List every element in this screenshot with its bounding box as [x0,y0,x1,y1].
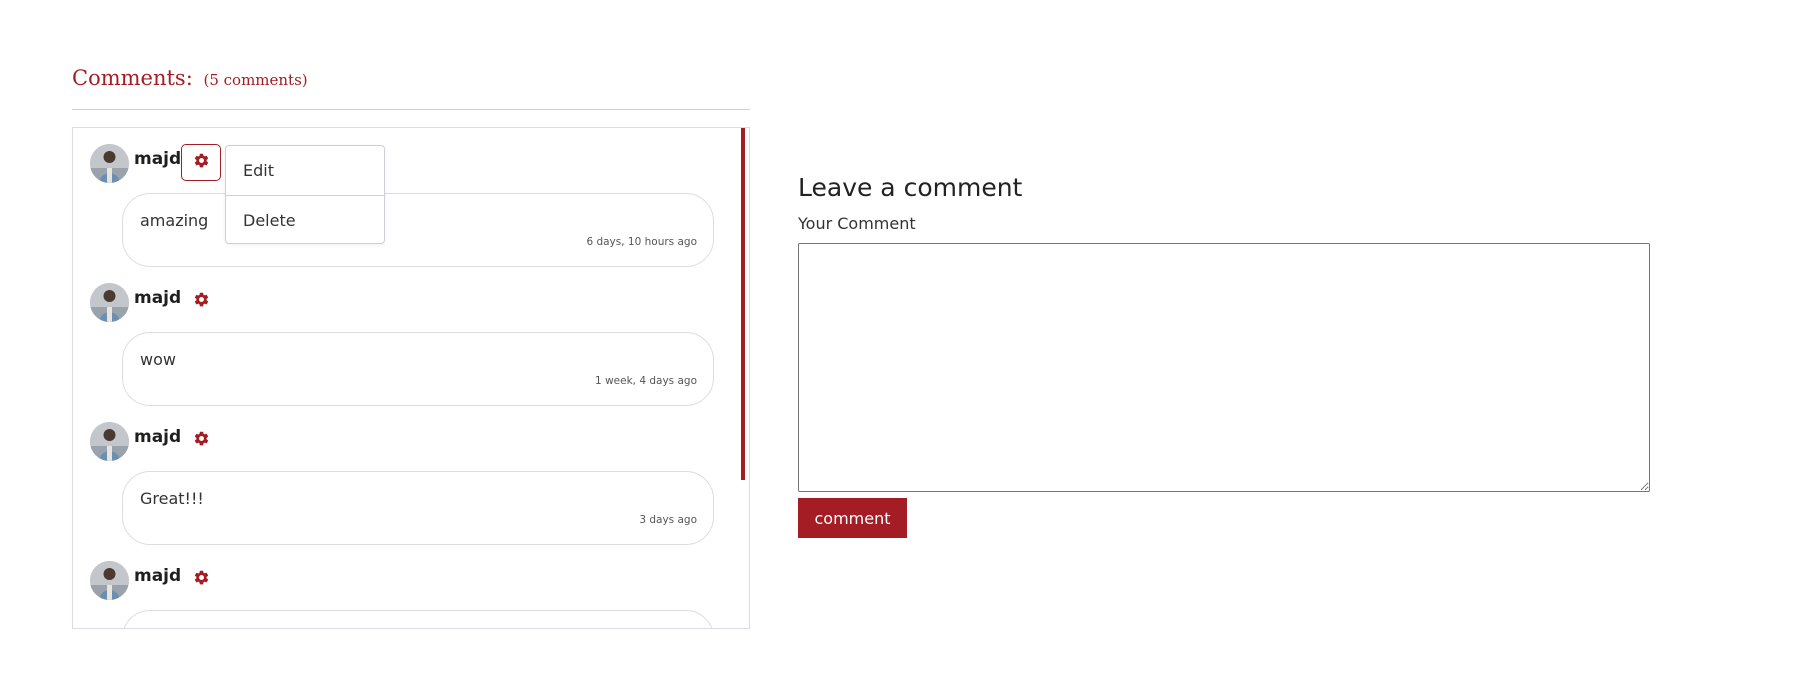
comment-bubble: amazing 6 days, 10 hours ago [122,193,714,267]
comment-item: majd [73,545,733,628]
comment-bubble: wow 1 week, 4 days ago [122,332,714,406]
form-title: Leave a comment [798,173,1023,202]
comment-timestamp: 3 days ago [639,514,697,526]
avatar [90,144,129,183]
gear-icon [193,430,210,451]
settings-button[interactable] [181,283,221,320]
settings-button[interactable] [181,422,221,459]
submit-comment-button[interactable]: comment [798,498,907,538]
comments-title: Comments: [72,66,193,90]
comment-item: majd Great!!! 3 days ago [73,406,733,545]
avatar [90,422,129,461]
comment-actions-menu: Edit Delete [225,145,385,244]
gear-icon [193,569,210,590]
avatar [90,283,129,322]
heading-divider [72,109,750,110]
comment-author: majd [134,427,182,447]
scrollbar[interactable] [741,128,747,628]
comment-textarea[interactable] [798,243,1650,492]
comments-count: (5 comments) [203,71,308,89]
menu-item-edit[interactable]: Edit [226,146,384,195]
scrollbar-thumb[interactable] [741,128,745,480]
settings-button[interactable] [181,561,221,598]
comment-author: majd [134,566,182,586]
menu-item-delete[interactable]: Delete [226,195,384,244]
comment-bubble [122,610,714,628]
comment-text: amazing [140,211,209,230]
comment-text: wow [140,350,176,369]
comments-heading: Comments: (5 comments) [72,66,308,90]
comment-item: majd amazing 6 days, 10 hours ago [73,128,733,267]
comment-timestamp: 6 days, 10 hours ago [586,236,697,248]
gear-icon [193,152,210,173]
gear-icon [193,291,210,312]
comment-field-label: Your Comment [798,214,916,233]
comment-bubble: Great!!! 3 days ago [122,471,714,545]
comment-author: majd [134,149,182,169]
avatar [90,561,129,600]
comments-panel[interactable]: majd amazing 6 days, 10 hours ago majd w… [72,127,750,629]
settings-button[interactable] [181,144,221,181]
comment-author: majd [134,288,182,308]
comment-item: majd wow 1 week, 4 days ago [73,267,733,406]
comment-text: Great!!! [140,489,204,508]
comment-timestamp: 1 week, 4 days ago [595,375,697,387]
